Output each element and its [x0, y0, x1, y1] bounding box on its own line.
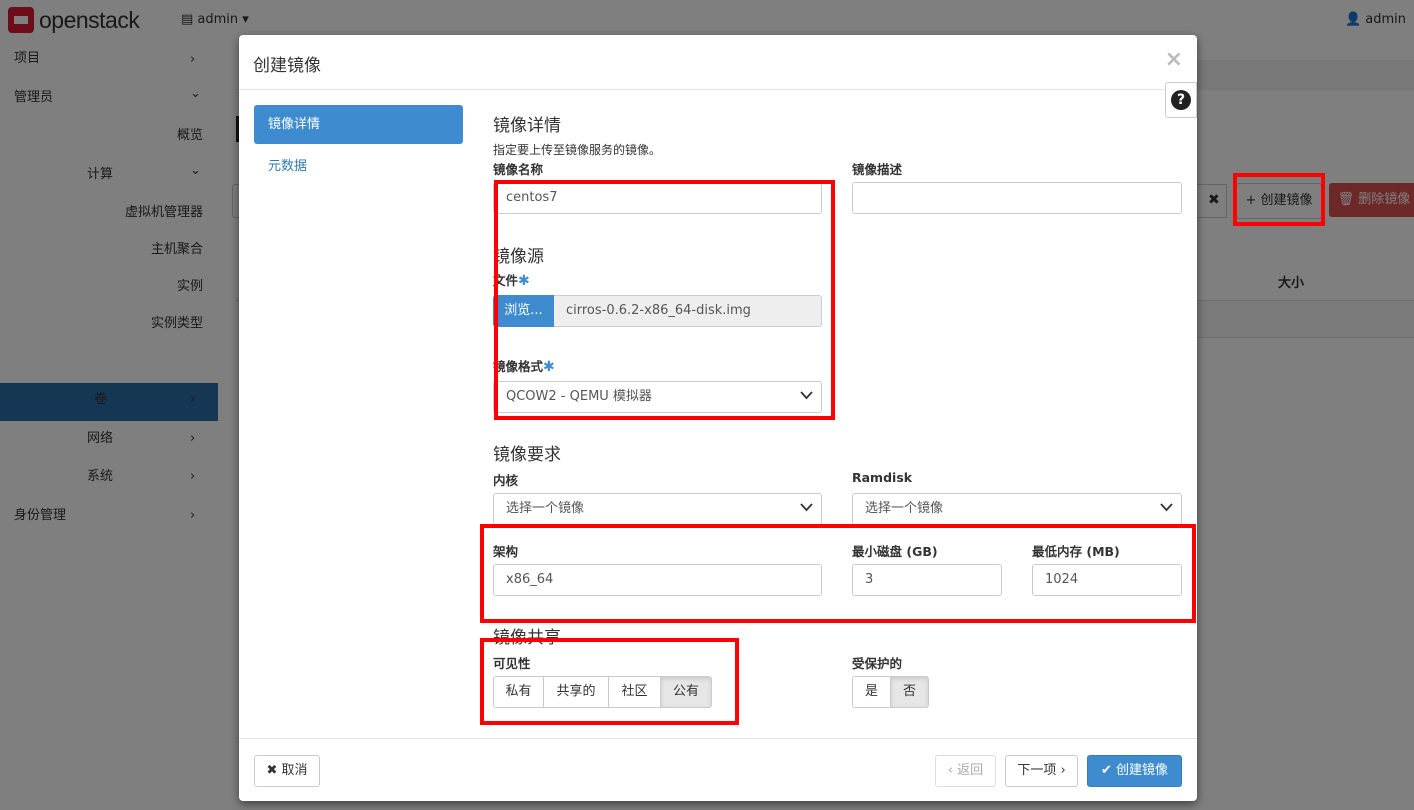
tab-image-details[interactable]: 镜像详情 [254, 105, 463, 144]
protected-label: 受保护的 [852, 656, 903, 671]
next-button[interactable]: 下一项 › [1005, 755, 1078, 787]
protected-no-button[interactable]: 否 [890, 676, 929, 708]
details-help-text: 指定要上传至镜像服务的镜像。 [493, 143, 662, 157]
kernel-label: 内核 [493, 473, 519, 488]
back-button[interactable]: ‹ 返回 [935, 755, 996, 787]
highlight-box-requirements [480, 524, 1196, 623]
create-image-modal: 创建镜像 × ? 镜像详情 元数据 镜像详情 指定要上传至镜像服务的镜像。 镜像… [239, 35, 1197, 801]
protected-yes-button[interactable]: 是 [852, 676, 891, 708]
highlight-box-visibility [480, 638, 739, 725]
close-icon[interactable]: × [1165, 47, 1183, 72]
modal-footer: ✖ 取消 ‹ 返回 下一项 › ✔ 创建镜像 [239, 738, 1197, 802]
image-name-label: 镜像名称 [493, 162, 544, 177]
create-image-submit-button[interactable]: ✔ 创建镜像 [1087, 755, 1182, 787]
protected-button-group: 是 否 [852, 676, 929, 708]
tab-metadata[interactable]: 元数据 [268, 155, 307, 174]
modal-title: 创建镜像 [253, 56, 321, 76]
kernel-select-value: 选择一个镜像 [506, 501, 585, 516]
image-description-input[interactable] [852, 182, 1182, 214]
ramdisk-select[interactable]: 选择一个镜像 [852, 493, 1182, 525]
chevron-down-icon [1160, 503, 1173, 512]
ramdisk-select-value: 选择一个镜像 [865, 501, 944, 516]
modal-header: 创建镜像 × [239, 35, 1197, 90]
kernel-select[interactable]: 选择一个镜像 [493, 493, 822, 525]
help-button[interactable]: ? [1165, 82, 1197, 118]
highlight-box-create-button [1233, 173, 1325, 226]
image-description-label: 镜像描述 [852, 162, 903, 177]
chevron-down-icon [800, 503, 813, 512]
highlight-box-source [494, 180, 835, 420]
ramdisk-label: Ramdisk [852, 470, 913, 485]
cancel-button[interactable]: ✖ 取消 [254, 755, 320, 787]
section-title-details: 镜像详情 [493, 116, 561, 136]
section-title-requirements: 镜像要求 [493, 445, 561, 465]
question-icon: ? [1171, 90, 1191, 110]
